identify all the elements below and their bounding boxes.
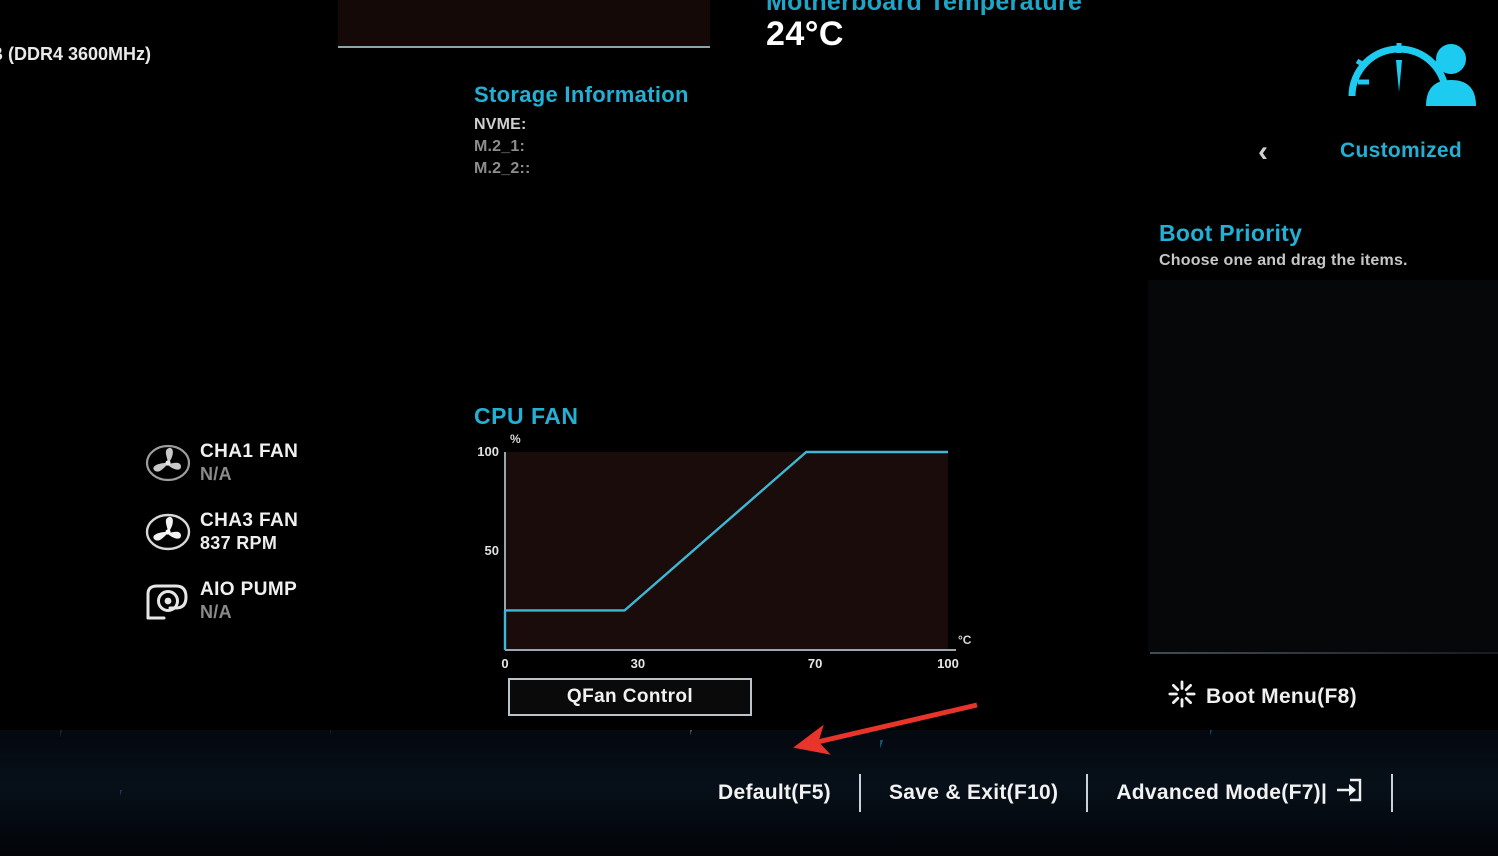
storage-line-m2-2[interactable]: M.2_2:: [474, 158, 689, 180]
chevron-left-icon[interactable]: ‹ [1248, 132, 1278, 172]
save-exit-f10-button[interactable]: Save & Exit(F10) [861, 781, 1086, 805]
storage-information-title: Storage Information [474, 82, 689, 107]
fan-text-aio-pump: AIO PUMP N/A [200, 578, 297, 624]
boot-menu-label: Boot Menu(F8) [1206, 684, 1357, 708]
boot-priority-panel[interactable] [1148, 280, 1498, 652]
boot-priority-subtitle: Choose one and drag the items. [1159, 252, 1408, 269]
memory-info-text: B (DDR4 3600MHz) [0, 44, 152, 64]
storage-line-nvme: NVME: [474, 116, 527, 133]
fan-name-aio-pump: AIO PUMP [200, 579, 298, 600]
bottom-toolbar: Default(F5) Save & Exit(F10) Advanced Mo… [690, 772, 1394, 814]
x-axis-tick: 70 [807, 656, 823, 671]
cpu-fan-chart-title: CPU FAN [474, 403, 579, 429]
motherboard-temperature-value: 24°C [766, 15, 844, 53]
cpu-temperature-chart[interactable]: 35°C [338, 0, 710, 48]
storage-information: Storage Information NVME: M.2_1: M.2_2:: [474, 82, 689, 180]
exit-arrow-icon [1333, 777, 1363, 809]
boot-priority-title: Boot Priority [1159, 220, 1303, 246]
gauge-user-icon[interactable] [1338, 14, 1488, 106]
boot-menu-button[interactable]: Boot Menu(F8) [1168, 680, 1357, 713]
y-axis-tick: 50 [484, 543, 499, 558]
bios-ez-mode-screen: 35°C Motherboard Temperature 24°C B (DDR… [0, 0, 1498, 856]
fan-row-cha3[interactable]: CHA3 FAN 837 RPM [140, 505, 298, 559]
fan-curve-plot [503, 450, 956, 651]
x-axis-unit-label: °C [958, 633, 972, 647]
fan-value-cha1: N/A [200, 464, 232, 484]
fan-name-cha1: CHA1 FAN [200, 441, 299, 462]
toolbar-separator [1391, 774, 1394, 812]
fan-name-cha3: CHA3 FAN [200, 510, 299, 531]
fan-icon [140, 440, 196, 486]
fan-text-cha3: CHA3 FAN 837 RPM [200, 509, 298, 555]
fan-row-aio-pump[interactable]: AIO PUMP N/A [140, 574, 298, 628]
pump-icon [140, 578, 196, 624]
qfan-control-button[interactable]: QFan Control [508, 678, 752, 716]
y-axis-tick: 100 [477, 444, 499, 459]
sidebar-divider [1150, 652, 1498, 654]
x-axis-tick: 0 [501, 656, 509, 671]
x-axis-tick: 100 [937, 656, 959, 671]
profile-label: Customized [1340, 139, 1463, 162]
y-axis-unit-label: % [510, 432, 521, 446]
starburst-icon [1168, 680, 1196, 713]
storage-line-m2-1[interactable]: M.2_1: [474, 136, 689, 158]
advanced-mode-label: Advanced Mode(F7)| [1116, 781, 1328, 804]
fan-text-cha1: CHA1 FAN N/A [200, 440, 298, 486]
default-f5-button[interactable]: Default(F5) [690, 781, 859, 805]
fan-status-list: CHA1 FAN N/A CHA3 FAN 837 RPM AIO PUMP N… [140, 436, 298, 643]
fan-value-cha3: 837 RPM [200, 533, 278, 553]
x-axis-tick: 30 [630, 656, 646, 671]
fan-icon [140, 509, 196, 555]
fan-value-aio-pump: N/A [200, 602, 232, 622]
cpu-fan-curve-chart[interactable]: % °C 50 100 0 30 70 100 [474, 430, 994, 675]
advanced-mode-f7-button[interactable]: Advanced Mode(F7)| [1088, 777, 1391, 809]
fan-row-cha1[interactable]: CHA1 FAN N/A [140, 436, 298, 490]
